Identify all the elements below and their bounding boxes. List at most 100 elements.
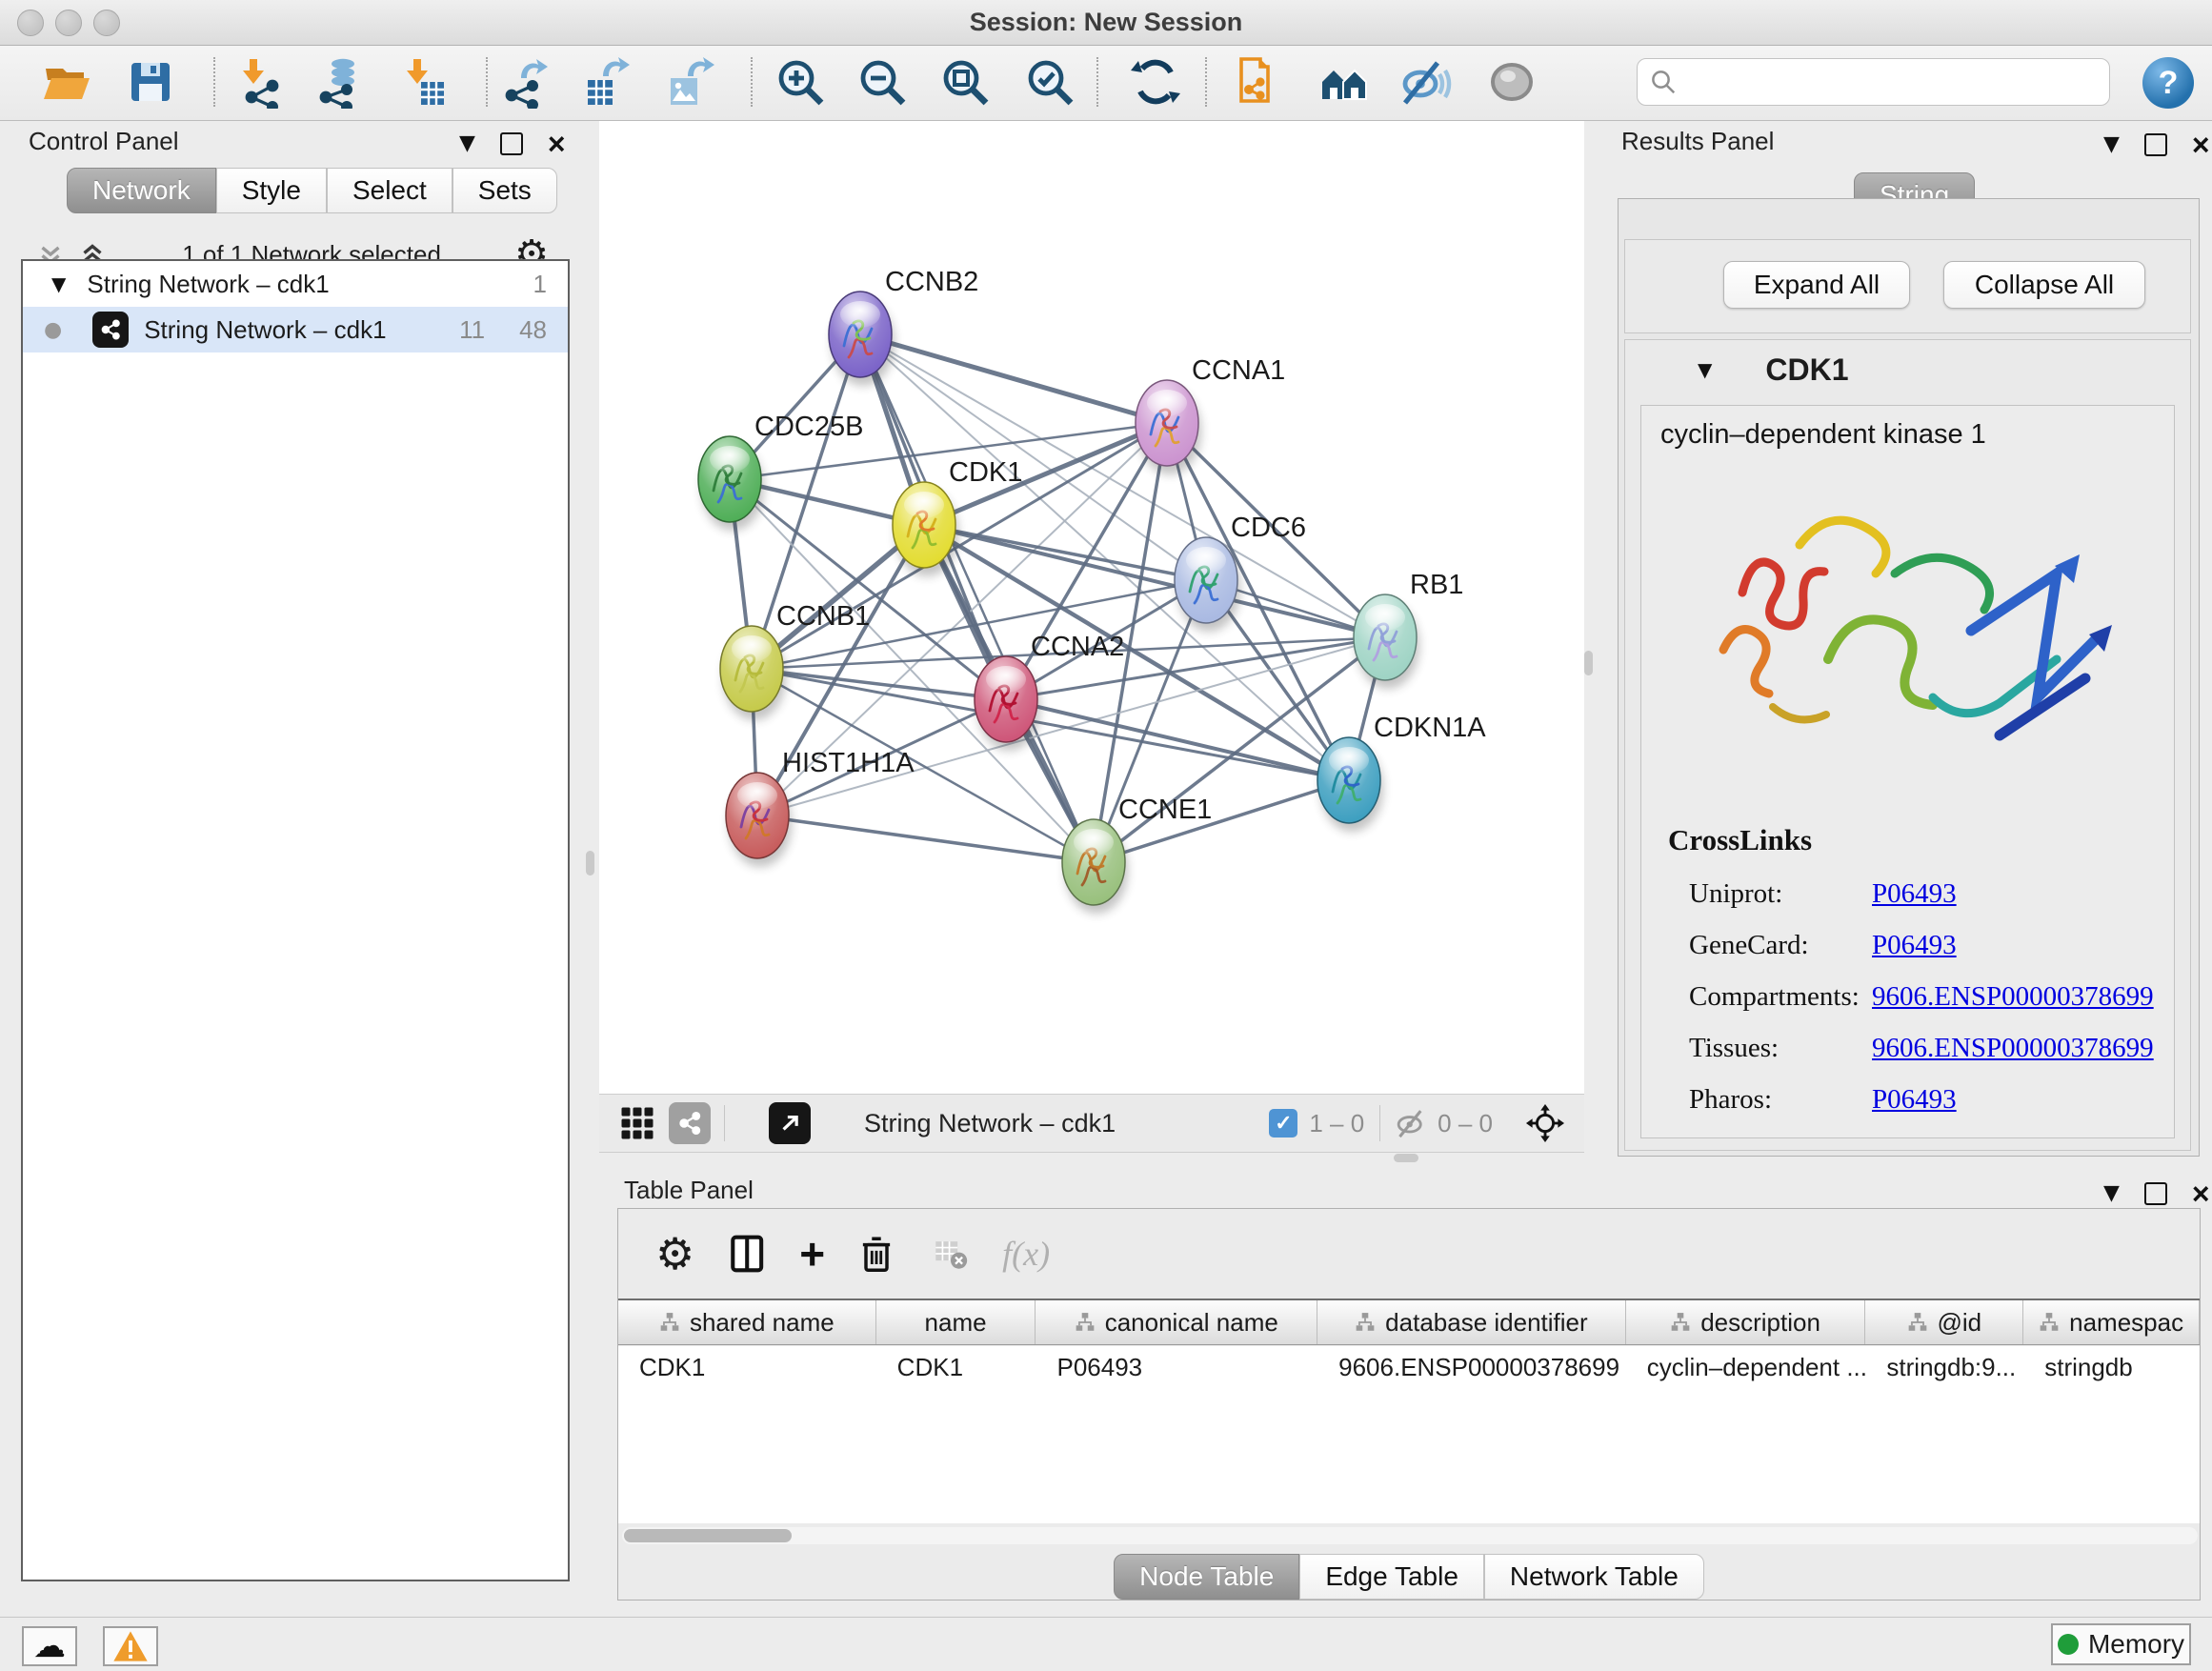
- move-crosshair-icon[interactable]: [1525, 1103, 1565, 1143]
- table-row[interactable]: CDK1CDK1P064939606.ENSP00000378699cyclin…: [618, 1346, 2200, 1388]
- node-CCNB2[interactable]: [829, 292, 895, 386]
- table-cell[interactable]: 9606.ENSP00000378699: [1317, 1346, 1626, 1388]
- column-header--id[interactable]: @id: [1865, 1300, 2023, 1344]
- scrollbar-thumb[interactable]: [624, 1529, 792, 1542]
- birds-eye-grid-icon[interactable]: [617, 1103, 657, 1143]
- export-image-icon[interactable]: [663, 55, 716, 109]
- zoom-fit-icon[interactable]: [938, 55, 992, 109]
- disclosure-triangle-icon[interactable]: ▼: [51, 272, 66, 295]
- crosslink-link[interactable]: 9606.ENSP00000378699: [1872, 1033, 2154, 1064]
- node-CCNA2[interactable]: [975, 656, 1040, 751]
- tab-network[interactable]: Network: [67, 168, 216, 213]
- tab-edge-table[interactable]: Edge Table: [1299, 1554, 1484, 1600]
- zoom-in-icon[interactable]: [774, 55, 827, 109]
- columns-icon[interactable]: [727, 1233, 769, 1275]
- edge-HIST1H1A-CCNE1[interactable]: [757, 815, 1094, 862]
- node-CDKN1A[interactable]: [1317, 737, 1383, 832]
- protein-structure-image: [1685, 459, 2142, 812]
- column-header-name[interactable]: name: [876, 1300, 1036, 1344]
- import-network-icon[interactable]: [232, 55, 286, 109]
- close-panel-icon[interactable]: ×: [2192, 135, 2210, 154]
- close-panel-icon[interactable]: ×: [548, 134, 566, 153]
- cdk1-section-header[interactable]: ▼ CDK1: [1625, 340, 2190, 399]
- search-input[interactable]: [1678, 67, 2098, 98]
- column-header-description[interactable]: description: [1626, 1300, 1866, 1344]
- search-field[interactable]: [1637, 58, 2110, 106]
- network-list: ▼ String Network – cdk1 1 ● String Netwo…: [21, 259, 570, 1581]
- edge-CCNB2-RB1[interactable]: [860, 334, 1385, 637]
- refresh-icon[interactable]: [1129, 55, 1182, 109]
- import-network-database-icon[interactable]: [311, 55, 364, 109]
- open-folder-icon[interactable]: [40, 55, 93, 109]
- node-CCNB1[interactable]: [720, 626, 786, 720]
- tab-node-table[interactable]: Node Table: [1114, 1554, 1299, 1600]
- crosslink-link[interactable]: P06493: [1872, 1084, 1957, 1116]
- table-cell[interactable]: stringdb: [2023, 1346, 2200, 1388]
- table-cell[interactable]: cyclin–dependent ...: [1626, 1346, 1866, 1388]
- float-panel-icon[interactable]: ▼: [2103, 132, 2120, 156]
- right-splitter-handle[interactable]: [1584, 651, 1593, 675]
- memory-button[interactable]: Memory: [2051, 1623, 2191, 1665]
- import-table-icon[interactable]: [396, 55, 450, 109]
- column-header-shared-name[interactable]: shared name: [618, 1300, 876, 1344]
- tab-style[interactable]: Style: [216, 168, 327, 213]
- selected-count: 1 – 0: [1309, 1109, 1364, 1138]
- hide-eye-icon[interactable]: [1399, 55, 1453, 109]
- edge-CCNB2-CCNE1[interactable]: [860, 334, 1094, 862]
- trash-icon[interactable]: [855, 1233, 897, 1275]
- session-document-icon[interactable]: [1234, 55, 1287, 109]
- tab-select[interactable]: Select: [327, 168, 452, 213]
- maximize-panel-icon[interactable]: [500, 132, 523, 155]
- left-splitter-handle[interactable]: [586, 851, 594, 876]
- maximize-panel-icon[interactable]: [2144, 133, 2167, 156]
- horizontal-splitter-handle[interactable]: [1394, 1154, 1418, 1162]
- save-icon[interactable]: [124, 55, 177, 109]
- float-panel-icon[interactable]: ▼: [2103, 1181, 2120, 1205]
- node-HIST1H1A[interactable]: [726, 773, 792, 867]
- cloud-button[interactable]: ☁: [22, 1626, 77, 1666]
- expand-all-button[interactable]: Expand All: [1723, 261, 1910, 309]
- crosslink-link[interactable]: P06493: [1872, 930, 1957, 961]
- network-row-selected[interactable]: ● String Network – cdk1 11 48: [23, 307, 568, 352]
- column-header-database-identifier[interactable]: database identifier: [1317, 1300, 1626, 1344]
- help-icon[interactable]: ?: [2142, 57, 2194, 109]
- table-cell[interactable]: P06493: [1036, 1346, 1317, 1388]
- collapse-all-button[interactable]: Collapse All: [1943, 261, 2145, 309]
- titlebar: Session: New Session: [0, 0, 2212, 46]
- homes-icon[interactable]: [1318, 55, 1372, 109]
- table-cell[interactable]: stringdb:9...: [1865, 1346, 2023, 1388]
- float-panel-icon[interactable]: ▼: [459, 131, 475, 155]
- node-CCNE1[interactable]: [1062, 819, 1128, 914]
- table-cell[interactable]: CDK1: [876, 1346, 1036, 1388]
- warning-button[interactable]: [103, 1626, 158, 1666]
- selected-checkbox-icon[interactable]: ✓: [1269, 1109, 1297, 1137]
- zoom-selected-icon[interactable]: [1023, 55, 1076, 109]
- detach-view-icon[interactable]: [769, 1102, 811, 1144]
- export-table-icon[interactable]: [580, 55, 633, 109]
- network-graph[interactable]: CCNB2CCNA1CDC25BCDK1CDC6RB1CCNB1CCNA2CDK…: [599, 121, 1584, 1094]
- column-header-canonical-name[interactable]: canonical name: [1036, 1300, 1317, 1344]
- string-network-badge-icon[interactable]: [669, 1102, 711, 1144]
- column-header-namespac[interactable]: namespac: [2023, 1300, 2200, 1344]
- show-eye-icon[interactable]: [1485, 55, 1538, 109]
- zoom-out-icon[interactable]: [855, 55, 909, 109]
- close-panel-icon[interactable]: ×: [2192, 1184, 2210, 1203]
- network-canvas[interactable]: CCNB2CCNA1CDC25BCDK1CDC6RB1CCNB1CCNA2CDK…: [599, 121, 1584, 1094]
- maximize-panel-icon[interactable]: [2144, 1182, 2167, 1205]
- disclosure-triangle-icon[interactable]: ▼: [1698, 358, 1712, 381]
- tab-sets[interactable]: Sets: [452, 168, 557, 213]
- gear-icon[interactable]: ⚙: [655, 1235, 694, 1273]
- tab-network-table[interactable]: Network Table: [1484, 1554, 1704, 1600]
- add-column-icon[interactable]: +: [799, 1235, 825, 1273]
- crosslink-link[interactable]: P06493: [1872, 878, 1957, 910]
- crosslink-link[interactable]: 9606.ENSP00000378699: [1872, 981, 2154, 1013]
- export-network-icon[interactable]: [498, 55, 552, 109]
- table-horizontal-scrollbar[interactable]: [622, 1527, 2198, 1544]
- node-CDC6[interactable]: [1175, 537, 1240, 632]
- network-collection-row[interactable]: ▼ String Network – cdk1 1: [23, 261, 568, 307]
- table-cell[interactable]: CDK1: [618, 1346, 876, 1388]
- edge-CCNB2-CCNA1[interactable]: [860, 334, 1167, 423]
- edge-CCNB1-CCNA2[interactable]: [752, 669, 1006, 699]
- edge-CCNA2-CDKN1A[interactable]: [1006, 699, 1349, 780]
- node-RB1[interactable]: [1354, 594, 1419, 689]
